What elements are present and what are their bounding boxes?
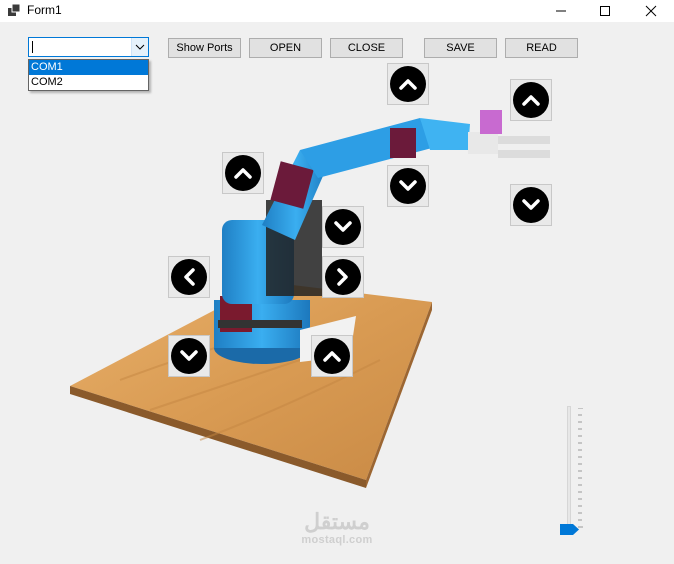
- shoulder-up-button[interactable]: [222, 152, 264, 194]
- watermark-arabic-text: مستقل: [304, 509, 370, 534]
- read-button[interactable]: READ: [505, 38, 578, 58]
- chevron-left-icon: [184, 268, 195, 286]
- chevron-right-icon: [337, 268, 348, 286]
- elbow-down-button[interactable]: [168, 335, 210, 377]
- save-button[interactable]: SAVE: [424, 38, 497, 58]
- chevron-up-icon: [323, 351, 341, 362]
- close-button[interactable]: CLOSE: [330, 38, 403, 58]
- base-rotate-left-button[interactable]: [168, 256, 210, 298]
- base-rotate-right-button[interactable]: [322, 256, 364, 298]
- gripper-down-button[interactable]: [510, 184, 552, 226]
- port-option-com1[interactable]: COM1: [29, 60, 148, 75]
- combobox-dropdown-button[interactable]: [131, 38, 148, 56]
- chevron-up-icon: [234, 168, 252, 179]
- speed-trackbar-track[interactable]: [567, 406, 571, 534]
- chevron-up-icon: [522, 95, 540, 106]
- chevron-down-icon: [135, 44, 145, 50]
- trackbar-thumb[interactable]: [560, 524, 580, 535]
- text-caret: [32, 41, 33, 53]
- watermark-url: mostaql.com: [301, 534, 373, 546]
- chevron-down-icon: [334, 221, 352, 232]
- gripper-up-button[interactable]: [510, 79, 552, 121]
- elbow-up-button[interactable]: [311, 335, 353, 377]
- show-ports-button[interactable]: Show Ports: [168, 38, 241, 58]
- open-button[interactable]: OPEN: [249, 38, 322, 58]
- shoulder-down-button[interactable]: [322, 206, 364, 248]
- mostaql-watermark: مستقل mostaql.com: [296, 509, 378, 547]
- wrist-up-button[interactable]: [387, 63, 429, 105]
- port-dropdown-list: COM1 COM2: [28, 59, 149, 91]
- port-option-com2[interactable]: COM2: [29, 75, 148, 90]
- wrist-down-button[interactable]: [387, 165, 429, 207]
- chevron-down-icon: [399, 180, 417, 191]
- chevron-down-icon: [180, 350, 198, 361]
- chevron-down-icon: [522, 199, 540, 210]
- chevron-up-icon: [399, 79, 417, 90]
- trackbar-ticks: [578, 408, 583, 528]
- port-combobox[interactable]: [28, 37, 149, 57]
